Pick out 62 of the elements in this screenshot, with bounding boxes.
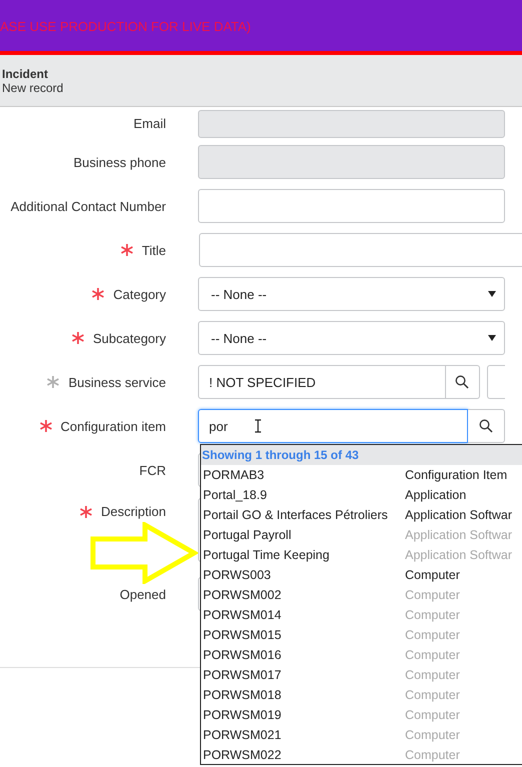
result-class: Computer xyxy=(405,648,460,662)
text-cursor-icon xyxy=(254,419,262,433)
result-name[interactable]: PORWSM019 xyxy=(203,708,282,722)
text-field[interactable] xyxy=(198,189,505,223)
field-label: FCR xyxy=(139,462,166,478)
field-label: Category xyxy=(113,286,166,302)
result-name[interactable]: PORMAB3 xyxy=(203,468,264,482)
result-class: Application xyxy=(405,488,466,502)
result-name[interactable]: PORWSM016 xyxy=(203,648,282,662)
result-name[interactable]: PORWSM022 xyxy=(203,748,282,762)
arrow-icon xyxy=(90,522,198,584)
form-title: Incident xyxy=(2,66,48,80)
result-class: Computer xyxy=(405,688,460,702)
result-name[interactable]: Portugal Time Keeping xyxy=(203,548,330,562)
banner-text: ASE USE PRODUCTION FOR LIVE DATA) xyxy=(0,19,251,34)
readonly-field[interactable] xyxy=(198,145,505,179)
field-label: Description xyxy=(100,504,166,519)
search-button[interactable] xyxy=(468,409,505,443)
field-label: Subcategory xyxy=(93,330,166,346)
result-class: Computer xyxy=(405,708,460,722)
result-class: Application Softwar xyxy=(405,508,512,522)
result-class: Computer xyxy=(405,728,460,742)
result-name[interactable]: PORWSM015 xyxy=(203,628,282,642)
field-label: Business phone xyxy=(73,154,166,170)
result-name[interactable]: Portugal Payroll xyxy=(203,528,292,542)
result-class: Computer xyxy=(405,628,460,642)
field-label: Business service xyxy=(68,374,166,390)
result-class: Configuration Item xyxy=(405,468,508,482)
result-name[interactable]: Portail GO & Interfaces Pétroliers xyxy=(203,508,388,522)
result-class: Application Softwar xyxy=(405,528,512,542)
result-class: Computer xyxy=(405,568,460,582)
field-label: Opened xyxy=(120,586,166,602)
search-icon xyxy=(455,375,470,389)
field-label: Additional Contact Number xyxy=(10,198,166,214)
field-label: Title xyxy=(142,242,166,258)
select-field[interactable]: -- None -- xyxy=(198,321,505,355)
results-summary: Showing 1 through 15 of 43 xyxy=(202,448,359,462)
result-class: Computer xyxy=(405,608,460,622)
result-class: Computer xyxy=(405,668,460,682)
caret-icon xyxy=(488,291,496,297)
field-label: Email xyxy=(133,116,166,131)
result-name[interactable]: PORWSM017 xyxy=(203,668,282,682)
caret-icon xyxy=(488,335,496,341)
field-label: Configuration item xyxy=(60,418,166,434)
result-class: Application Softwar xyxy=(405,548,512,562)
result-name[interactable]: PORWSM002 xyxy=(203,588,282,602)
reference-field[interactable]: ! NOT SPECIFIED xyxy=(198,365,446,399)
result-name[interactable]: PORWS003 xyxy=(203,568,271,582)
result-class: Computer xyxy=(405,748,460,762)
result-name[interactable]: PORWSM021 xyxy=(203,728,282,742)
result-name[interactable]: PORWSM014 xyxy=(203,608,282,622)
result-name[interactable]: Portal_18.9 xyxy=(203,488,267,502)
title-field[interactable] xyxy=(199,233,522,267)
result-class: Computer xyxy=(405,588,460,602)
lookup-button[interactable] xyxy=(486,365,505,399)
select-field[interactable]: -- None -- xyxy=(198,277,505,311)
reference-field[interactable]: por xyxy=(198,409,468,443)
form-subtitle: New record xyxy=(2,80,64,94)
readonly-field[interactable] xyxy=(198,110,505,138)
result-name[interactable]: PORWSM018 xyxy=(203,688,282,702)
search-icon xyxy=(479,419,493,433)
search-button[interactable] xyxy=(446,365,480,399)
